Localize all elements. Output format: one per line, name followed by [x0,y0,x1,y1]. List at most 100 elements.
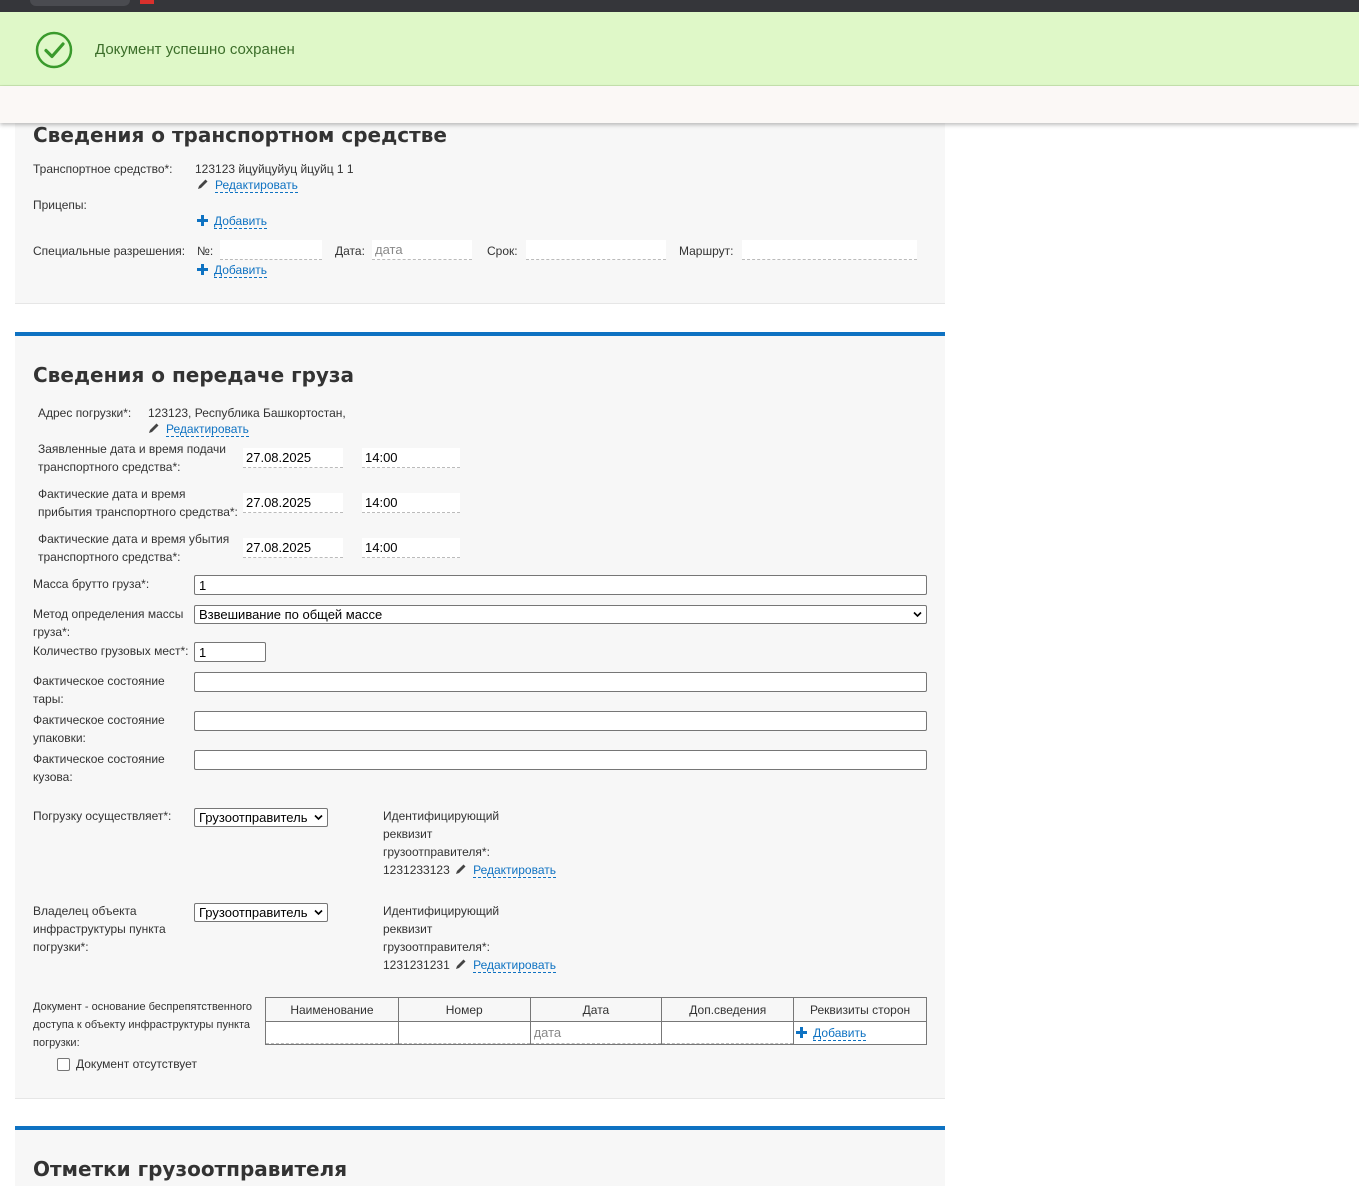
column-header: Реквизиты сторон [793,997,927,1022]
browser-top-strip [0,0,1359,12]
trailers-add-row: Добавить [197,214,268,229]
doc-add-link[interactable]: Добавить [813,1026,867,1041]
loader-id-label: Идентифицирующий реквизит грузоотправите… [383,807,499,861]
places-input[interactable] [194,642,266,662]
table-cell [661,1021,795,1045]
body-input[interactable] [194,750,927,770]
label-line: Владелец объекта [33,904,137,918]
address-edit-row: Редактировать [148,422,249,437]
vehicle-edit-link[interactable]: Редактировать [215,178,298,193]
declared-datetime-label: Заявленные дата и время подачи транспорт… [38,440,226,476]
owner-select[interactable]: Грузоотправитель [194,903,328,922]
departure-time-input[interactable] [362,538,460,558]
success-notification: Документ успешно сохранен [0,12,1359,86]
loader-id-edit-link[interactable]: Редактировать [473,863,556,878]
permit-term-input[interactable] [526,240,666,260]
arrival-datetime-label: Фактические дата и время прибытия трансп… [38,485,238,521]
permits-label: Специальные разрешения: [33,244,186,258]
permit-route-input[interactable] [742,240,917,260]
address-label: Адрес погрузки*: [38,406,132,420]
arrival-time-input[interactable] [362,493,460,513]
label-line: Идентифицирующий [383,904,500,918]
tara-input[interactable] [194,672,927,692]
permits-add-link[interactable]: Добавить [214,263,268,278]
no-document-label: Документ отсутствует [76,1057,197,1071]
gross-mass-label: Масса брутто груза*: [33,577,150,591]
column-header: Наименование [265,997,399,1022]
vehicle-edit-row: Редактировать [197,178,298,193]
declared-date-input[interactable] [243,448,343,468]
doc-number-input[interactable] [398,1022,530,1044]
permit-date-input[interactable] [372,240,472,260]
departure-datetime-label: Фактические дата и время убытия транспор… [38,530,229,566]
tara-label: Фактическое состояние тары: [33,672,165,708]
column-header: Доп.сведения [661,997,795,1022]
shipper-section: Отметки грузоотправителя [15,1126,945,1186]
table-cell [265,1021,399,1045]
body-label: Фактическое состояние кузова: [33,750,165,786]
label-line: упаковки: [33,731,86,745]
vehicle-label: Транспортное средство*: [33,162,173,176]
plus-icon [796,1027,808,1038]
pencil-icon [149,423,159,433]
label-line: груза*: [33,625,71,639]
arrival-date-input[interactable] [243,493,343,513]
label-line: Идентифицирующий [383,809,500,823]
doc-name-input[interactable] [266,1022,398,1044]
cargo-section: Сведения о передаче груза Адрес погрузки… [15,332,945,1099]
label-line: транспортного средства*: [38,550,181,564]
select-value: Взвешивание по общей массе [199,607,383,622]
plus-icon [197,264,208,275]
loader-select[interactable]: Грузоотправитель [194,808,328,827]
packaging-label: Фактическое состояние упаковки: [33,711,165,747]
trailers-add-link[interactable]: Добавить [214,214,268,229]
owner-label: Владелец объекта инфраструктуры пункта п… [33,902,166,956]
table-cell [529,1021,663,1045]
label-line: реквизит [383,922,433,936]
loader-label: Погрузку осуществляет*: [33,809,172,823]
departure-date-input[interactable] [243,538,343,558]
owner-id-label: Идентифицирующий реквизит грузоотправите… [383,902,499,956]
permit-date-label: Дата: [335,244,365,258]
owner-id-edit-link[interactable]: Редактировать [473,958,556,973]
section-title: Сведения о транспортном средстве [33,123,447,147]
mass-method-label: Метод определения массы груза*: [33,605,183,641]
label-line: погрузки*: [33,940,89,954]
gross-mass-input[interactable] [194,575,927,595]
label-line: грузоотправителя*: [383,940,490,954]
vehicle-section: Сведения о транспортном средстве Транспо… [15,110,945,304]
pencil-icon [456,864,466,874]
packaging-input[interactable] [194,711,927,731]
table-cell: Добавить [793,1021,927,1045]
loader-id-value: 1231233123 [383,863,450,877]
column-header: Дата [529,997,663,1022]
table-header-row: Наименование Номер Дата Доп.сведения Рек… [265,997,927,1022]
doc-table: Наименование Номер Дата Доп.сведения Рек… [265,997,927,1045]
permit-route-label: Маршрут: [679,244,734,258]
mass-method-select[interactable]: Взвешивание по общей массе [194,605,927,624]
places-label: Количество грузовых мест*: [33,644,189,658]
browser-tab-stub[interactable] [30,0,130,6]
label-line: Документ - основание беспрепятственного [33,1001,252,1013]
doc-date-input[interactable] [530,1022,662,1044]
label-line: прибытия транспортного средства*: [38,505,238,519]
toolbar-bar [0,86,1359,123]
permit-term-label: Срок: [487,244,518,258]
column-header: Номер [397,997,531,1022]
permit-number-input[interactable] [220,240,322,260]
label-line: транспортного средства*: [38,460,181,474]
chevron-down-icon [913,611,922,618]
doc-extra-input[interactable] [662,1022,794,1044]
label-line: Метод определения массы [33,607,184,621]
address-edit-link[interactable]: Редактировать [166,422,249,437]
permit-number-label: №: [197,244,214,258]
no-document-checkbox[interactable] [57,1058,70,1071]
label-line: грузоотправителя*: [383,845,490,859]
table-cell [397,1021,531,1045]
owner-id-value: 1231231231 [383,958,450,972]
trailers-label: Прицепы: [33,198,87,212]
section-title: Отметки грузоотправителя [33,1157,348,1181]
label-line: кузова: [33,770,73,784]
label-line: Фактическое состояние [33,674,165,688]
declared-time-input[interactable] [362,448,460,468]
